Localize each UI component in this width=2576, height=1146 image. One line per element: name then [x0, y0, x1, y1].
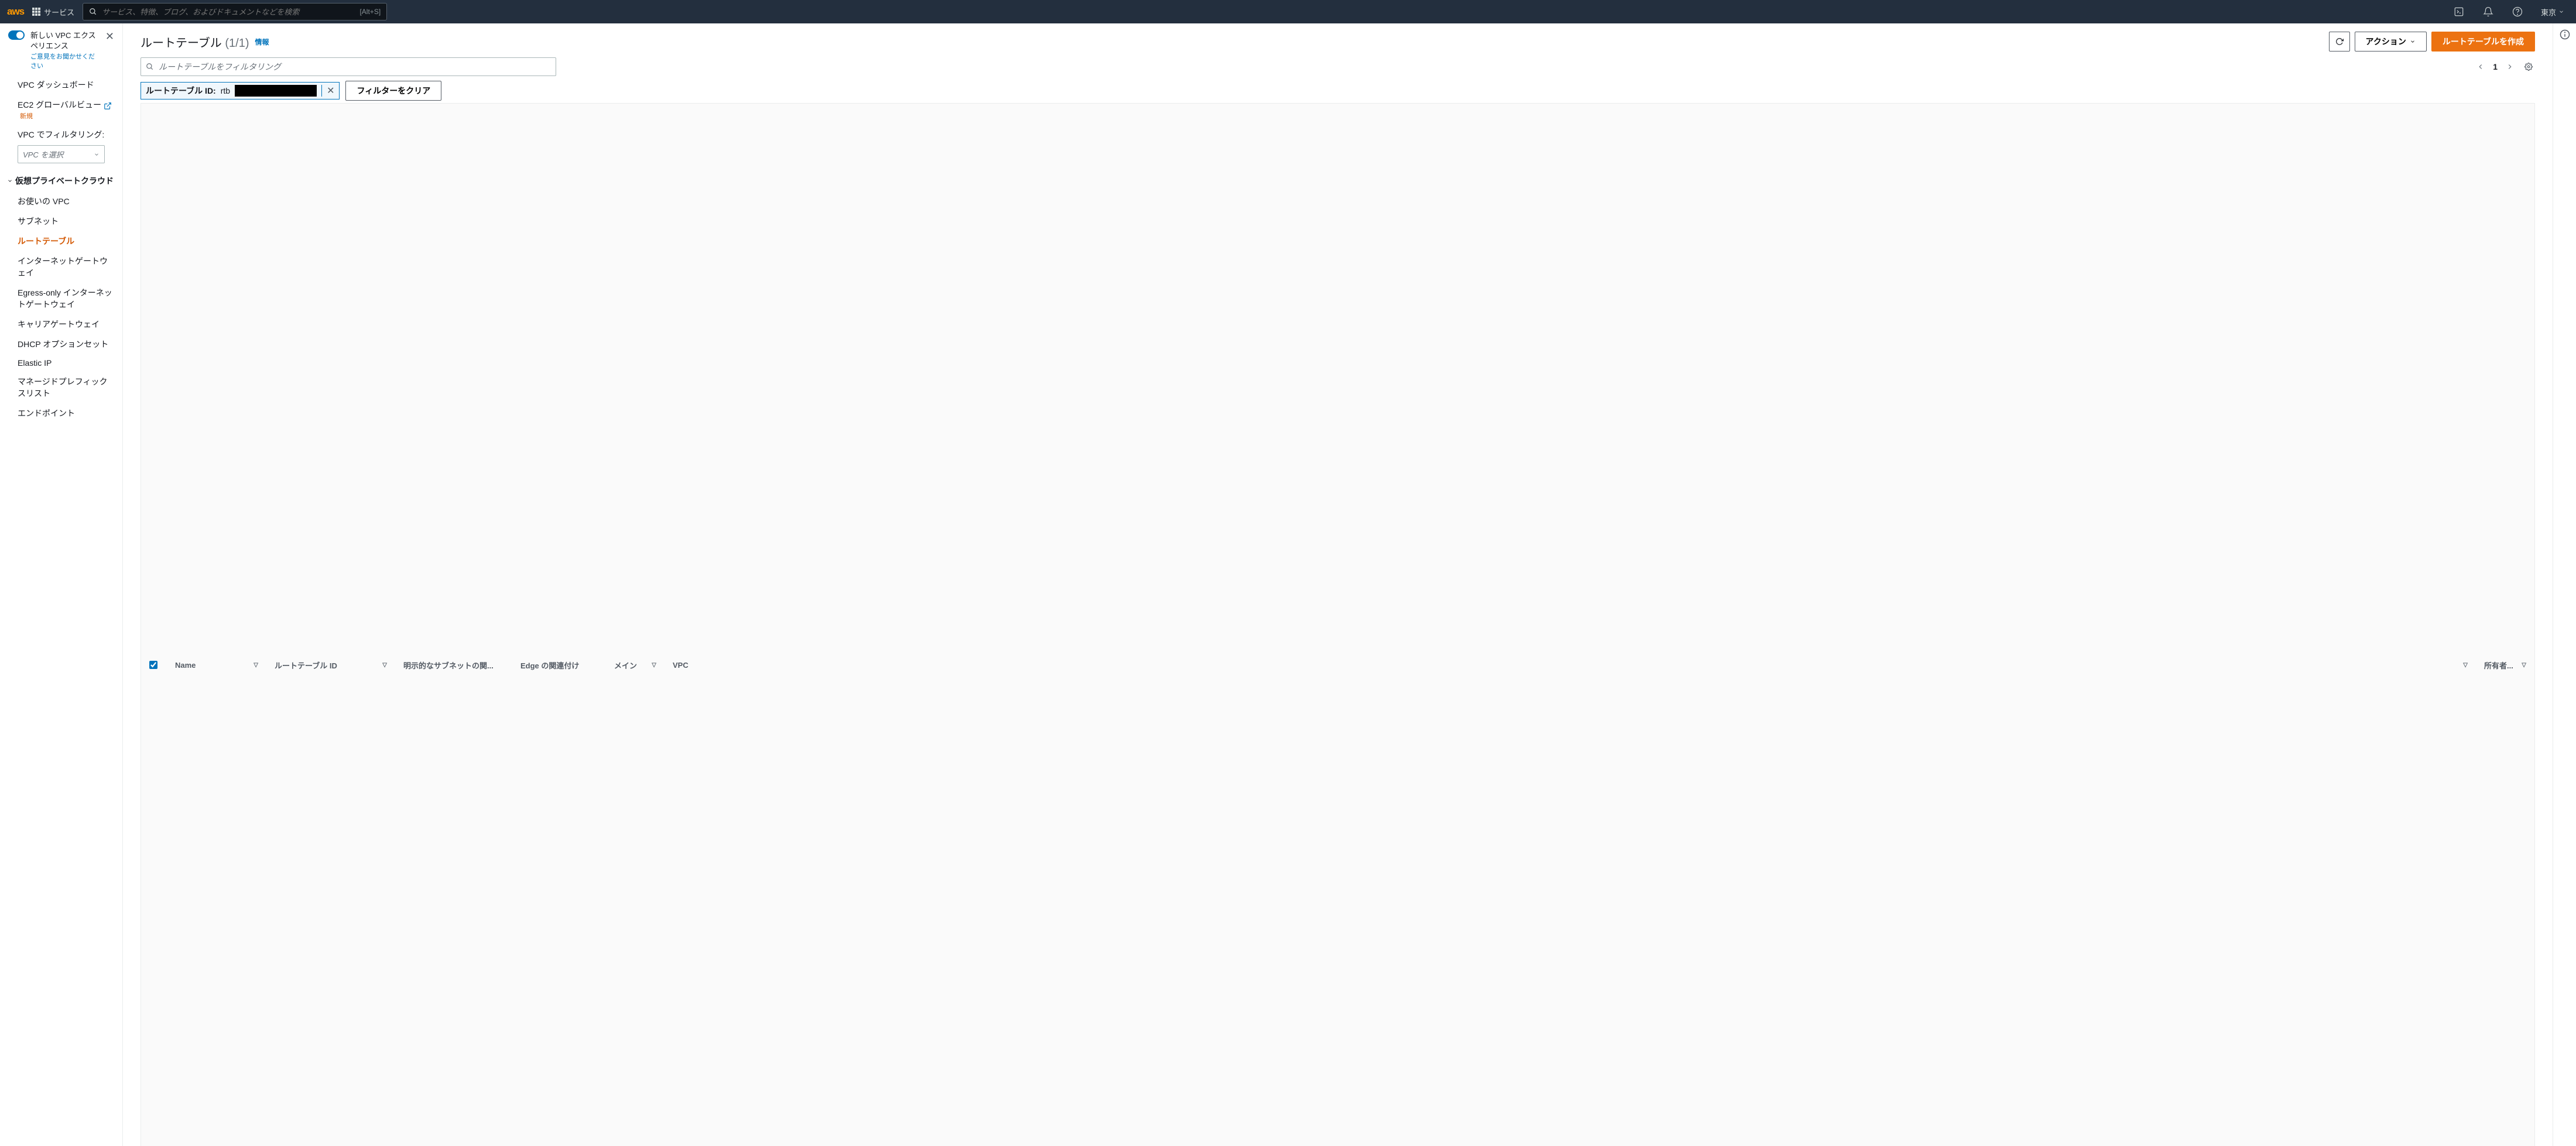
- vpc-filter-label: VPC でフィルタリング:: [0, 125, 122, 140]
- redacted: [235, 85, 317, 97]
- prev-page[interactable]: [2474, 60, 2487, 73]
- sidebar-item-prefix-lists[interactable]: マネージドプレフィックスリスト: [0, 372, 122, 403]
- new-experience-toggle[interactable]: [8, 30, 25, 40]
- sidebar-item-egress-igw[interactable]: Egress-only インターネットゲートウェイ: [0, 283, 122, 314]
- sidebar-item-igw[interactable]: インターネットゲートウェイ: [0, 251, 122, 283]
- sidebar: 新しい VPC エクスペリエンス ご意見をお聞かせください ✕ VPC ダッシュ…: [0, 23, 123, 1146]
- col-id[interactable]: ルートテーブル ID▽: [266, 655, 395, 675]
- search-kbd: [Alt+S]: [359, 8, 381, 16]
- table-filter[interactable]: [141, 57, 556, 76]
- search-input[interactable]: [102, 8, 355, 16]
- select-all-checkbox[interactable]: [149, 661, 157, 669]
- search-icon: [89, 8, 97, 16]
- help-button[interactable]: [2507, 1, 2528, 22]
- grid-icon: [32, 8, 40, 16]
- notifications-button[interactable]: [2478, 1, 2499, 22]
- filter-input[interactable]: [159, 62, 551, 71]
- sidebar-section-vpc[interactable]: 仮想プライベートクラウド: [0, 170, 122, 191]
- create-route-table-button[interactable]: ルートテーブルを作成: [2431, 32, 2535, 52]
- info-link[interactable]: 情報: [255, 37, 269, 47]
- sidebar-item-label: EC2 グローバルビュー: [18, 100, 101, 109]
- page-title: ルートテーブル (1/1): [141, 33, 249, 50]
- table-settings[interactable]: [2522, 60, 2535, 73]
- banner-feedback-link[interactable]: ご意見をお聞かせください: [30, 52, 100, 70]
- external-link-icon: [104, 102, 112, 110]
- col-edge[interactable]: Edge の関連付け: [512, 655, 606, 675]
- clear-filters-button[interactable]: フィルターをクリア: [345, 81, 441, 101]
- top-nav: aws サービス [Alt+S] 東京: [0, 0, 2576, 23]
- chevron-down-icon: [7, 177, 13, 185]
- services-label: サービス: [44, 6, 74, 18]
- region-selector[interactable]: 東京: [2536, 6, 2569, 18]
- col-owner[interactable]: 所有者...▽: [2476, 655, 2534, 675]
- chevron-down-icon: [2558, 9, 2564, 15]
- refresh-button[interactable]: [2329, 32, 2350, 52]
- sidebar-item-your-vpcs[interactable]: お使いの VPC: [0, 191, 122, 211]
- title-count: (1/1): [225, 37, 249, 50]
- next-page[interactable]: [2503, 60, 2516, 73]
- region-label: 東京: [2541, 6, 2556, 18]
- actions-label: アクション: [2366, 36, 2406, 47]
- title-text: ルートテーブル: [141, 37, 222, 50]
- new-badge: 新規: [20, 113, 33, 120]
- select-all-cell: [141, 656, 167, 674]
- sidebar-item-carrier-gw[interactable]: キャリアゲートウェイ: [0, 314, 122, 334]
- page-number: 1: [2493, 62, 2498, 71]
- global-search[interactable]: [Alt+S]: [83, 3, 387, 20]
- search-icon: [146, 63, 154, 71]
- actions-dropdown[interactable]: アクション: [2355, 32, 2427, 52]
- services-menu[interactable]: サービス: [32, 6, 74, 18]
- col-main[interactable]: メイン▽: [606, 104, 664, 1146]
- info-icon[interactable]: [2560, 29, 2570, 40]
- sidebar-item-endpoints[interactable]: エンドポイント: [0, 403, 122, 423]
- chip-remove[interactable]: ✕: [321, 85, 334, 97]
- content: ルートテーブル (1/1) 情報 アクション ルートテーブルを作成 1: [123, 23, 2553, 1146]
- filter-chip: ルートテーブル ID: rtb ✕: [141, 82, 340, 99]
- sidebar-item-subnets[interactable]: サブネット: [0, 211, 122, 231]
- chip-value-prefix: rtb: [221, 86, 230, 95]
- col-vpc[interactable]: VPC▽: [664, 656, 2476, 674]
- vpc-filter-placeholder: VPC を選択: [23, 149, 63, 160]
- sidebar-item-dashboard[interactable]: VPC ダッシュボード: [0, 75, 122, 95]
- route-tables-table: Name▽ ルートテーブル ID▽ 明示的なサブネットの関... Edge の関…: [141, 103, 2535, 1146]
- cloudshell-button[interactable]: [2448, 1, 2469, 22]
- sidebar-item-dhcp[interactable]: DHCP オプションセット: [0, 334, 122, 354]
- chevron-down-icon: [2410, 37, 2416, 46]
- chip-key: ルートテーブル ID:: [146, 85, 216, 97]
- new-experience-banner: 新しい VPC エクスペリエンス ご意見をお聞かせください ✕: [0, 23, 122, 75]
- sidebar-item-route-tables[interactable]: ルートテーブル: [0, 231, 122, 251]
- col-assoc[interactable]: 明示的なサブネットの関...: [395, 655, 512, 675]
- chevron-down-icon: [94, 150, 100, 159]
- info-rail: [2553, 23, 2576, 1146]
- aws-logo[interactable]: aws: [7, 6, 24, 18]
- banner-close[interactable]: ✕: [105, 30, 114, 43]
- vpc-filter-select[interactable]: VPC を選択: [18, 145, 105, 163]
- sidebar-item-eip[interactable]: Elastic IP: [0, 354, 122, 372]
- banner-title: 新しい VPC エクスペリエンス: [30, 30, 100, 52]
- section-header-label: 仮想プライベートクラウド: [15, 175, 114, 187]
- col-name[interactable]: Name▽: [167, 656, 266, 674]
- table-header-row: Name▽ ルートテーブル ID▽ 明示的なサブネットの関... Edge の関…: [141, 104, 2534, 1146]
- sidebar-item-ec2-global[interactable]: EC2 グローバルビュー 新規: [0, 95, 122, 125]
